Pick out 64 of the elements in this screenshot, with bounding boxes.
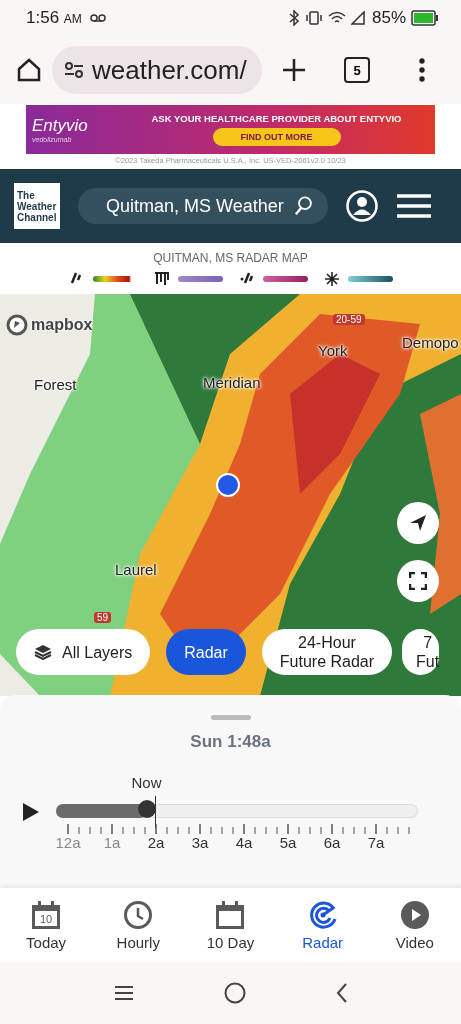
site-logo[interactable]: The Weather Channel (14, 183, 60, 229)
now-label: Now (131, 774, 162, 791)
play-icon[interactable] (22, 802, 40, 822)
signal-icon (350, 11, 367, 25)
site-settings-icon[interactable] (64, 61, 84, 79)
hour-label: 5a (279, 834, 297, 851)
hour-label: 3a (191, 834, 209, 851)
hour-label: 6a (323, 834, 341, 851)
radar-map-title: QUITMAN, MS RADAR MAP (153, 250, 308, 265)
ad-brand: Entyvio (32, 116, 89, 136)
vibrate-icon (304, 11, 323, 25)
nav-tab[interactable]: 10 Today (6, 899, 87, 951)
hour-label: 12a (55, 834, 81, 851)
frame-time: Sun 1:48a (190, 732, 271, 752)
nav-tab[interactable]: 10 Day (190, 899, 271, 951)
city-label: Forest (34, 376, 77, 393)
menu-icon[interactable] (396, 194, 432, 218)
calendar-icon (214, 899, 247, 930)
nav-tab[interactable]: Radar (282, 899, 363, 951)
highway-shield: 20-59 (333, 314, 365, 325)
navigation-arrow-icon (408, 513, 428, 533)
tab-count[interactable]: 5 (344, 57, 370, 83)
location-search[interactable]: Quitman, MS Weather (78, 188, 328, 224)
radar-icon (307, 899, 338, 930)
clock-time: 1:56 AM (26, 8, 82, 28)
battery-icon (411, 10, 439, 26)
ice-icon (153, 270, 170, 287)
recent-apps-icon[interactable] (113, 985, 134, 1001)
more-menu-icon[interactable] (418, 58, 426, 82)
drag-handle[interactable] (210, 715, 251, 720)
new-tab-icon[interactable] (282, 58, 306, 82)
map-attribution: mapbox (31, 316, 93, 334)
ad-headline: ASK YOUR HEALTHCARE PROVIDER ABOUT ENTYVIO (151, 113, 402, 124)
voicemail-icon (89, 13, 106, 23)
layer-chip[interactable]: All Layers (16, 629, 151, 675)
nav-tab[interactable]: Hourly (98, 899, 179, 951)
hour-label: 2a (147, 834, 165, 851)
fullscreen-icon (409, 572, 427, 590)
account-icon[interactable] (346, 190, 378, 222)
bluetooth-icon (287, 10, 300, 26)
back-icon[interactable] (335, 983, 348, 1003)
battery-percent: 85% (371, 8, 406, 28)
snow-icon (323, 270, 340, 287)
address-bar[interactable]: weather.com/ (52, 46, 262, 94)
city-label: Demopo (402, 334, 459, 351)
clock-icon (123, 899, 154, 930)
home-circle-icon[interactable] (223, 982, 246, 1004)
mix-color-scale (262, 275, 308, 282)
hour-label: 4a (235, 834, 253, 851)
play-circle-icon (399, 899, 430, 930)
mapbox-icon (6, 314, 28, 336)
nav-tab[interactable]: Video (374, 899, 455, 951)
search-icon (293, 195, 312, 217)
ice-color-scale (177, 275, 223, 282)
hour-label: 1a (103, 834, 121, 851)
wifi-icon (327, 11, 346, 25)
highway-shield: 59 (94, 612, 112, 623)
home-icon[interactable] (16, 57, 42, 83)
snow-color-scale (347, 275, 393, 282)
city-label: York (318, 342, 348, 359)
hour-label: 7a (367, 834, 385, 851)
find-out-more-button[interactable]: FIND OUT MORE (212, 128, 341, 146)
timeline-track[interactable] (56, 804, 418, 818)
layer-chip[interactable]: 24-Hour Future Radar (261, 629, 393, 675)
